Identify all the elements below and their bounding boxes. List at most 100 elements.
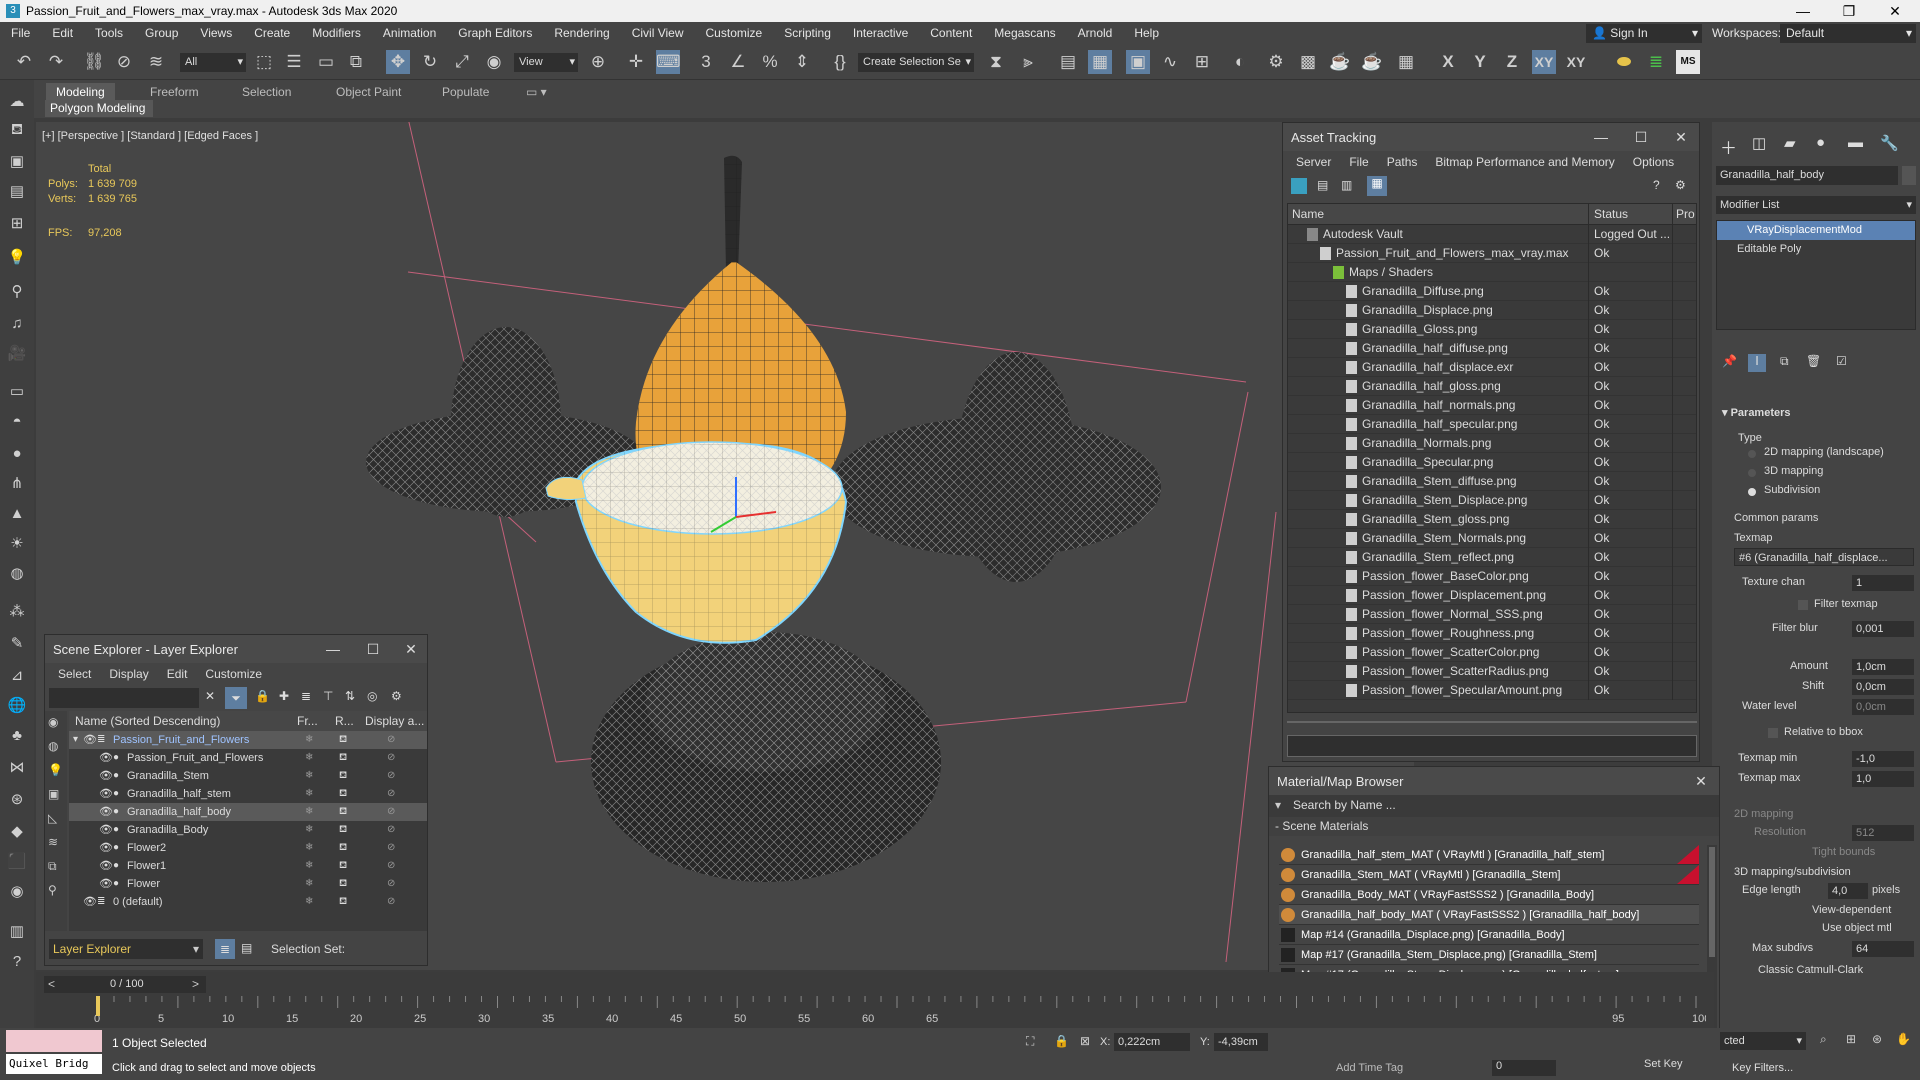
asset-row[interactable]: Granadilla_Stem_diffuse.png Ok: [1288, 472, 1696, 491]
menu-create[interactable]: Create: [243, 26, 301, 40]
render-teapot-icon[interactable]: ⛾: [339, 785, 347, 803]
curve-editor-icon[interactable]: ∿: [1158, 50, 1182, 74]
menu-animation[interactable]: Animation: [372, 26, 447, 40]
isolate-icon[interactable]: ⛶: [1026, 1034, 1034, 1049]
align-tool-icon[interactable]: ⊿: [5, 664, 29, 688]
tab-object-paint[interactable]: Object Paint: [326, 83, 411, 101]
close-icon[interactable]: ✕: [1663, 123, 1699, 151]
polygon-modeling-panel[interactable]: Polygon Modeling: [45, 100, 153, 117]
configure-sets-icon[interactable]: ☑: [1836, 354, 1847, 368]
scene-explorer-icon[interactable]: ▤: [1056, 50, 1080, 74]
freeze-icon[interactable]: ❄: [305, 803, 313, 821]
render-grid-icon[interactable]: ▦: [1394, 50, 1418, 74]
visibility-eye-icon[interactable]: 👁: [99, 821, 113, 839]
place-icon[interactable]: ◉: [482, 50, 506, 74]
menu-interactive[interactable]: Interactive: [842, 26, 919, 40]
tab-populate[interactable]: Populate: [432, 83, 499, 101]
type-radio[interactable]: [1748, 488, 1756, 496]
layer-mode-icon[interactable]: ≣: [215, 939, 235, 959]
select-manipulate-icon[interactable]: ✛: [624, 50, 648, 74]
zoom-all-icon[interactable]: ⊞: [1846, 1032, 1856, 1046]
railclone-icon[interactable]: ⋈: [5, 756, 29, 780]
maxscript-input[interactable]: Quixel Bridg: [6, 1054, 102, 1074]
render-teapot-icon[interactable]: ⛾: [339, 749, 347, 767]
display-tab-icon[interactable]: ▬: [1848, 134, 1863, 151]
menu-scripting[interactable]: Scripting: [773, 26, 842, 40]
visibility-eye-icon[interactable]: 👁: [99, 785, 113, 803]
display-icon[interactable]: ⊘: [387, 785, 395, 803]
relative-bbox-checkbox[interactable]: [1768, 728, 1778, 738]
display-bones-icon[interactable]: ⚲: [48, 883, 57, 897]
display-groups-icon[interactable]: ⧉: [48, 859, 57, 874]
asset-row[interactable]: Granadilla_Specular.png Ok: [1288, 453, 1696, 472]
visibility-eye-icon[interactable]: 👁: [99, 749, 113, 767]
menu-customize[interactable]: Customize: [695, 26, 774, 40]
render-teapot-icon[interactable]: ⛾: [339, 893, 347, 911]
person-icon[interactable]: ⚲: [5, 280, 29, 304]
reference-coordinate-select[interactable]: View ▾: [514, 53, 578, 72]
material-row[interactable]: Granadilla_Stem_MAT ( VRayMtl ) [Granadi…: [1279, 865, 1699, 885]
freeze-icon[interactable]: ❄: [305, 767, 313, 785]
named-selection-set[interactable]: Create Selection Se ▾: [858, 53, 974, 72]
particle-icon[interactable]: ⁂: [5, 600, 29, 624]
col-name[interactable]: Name: [1292, 204, 1324, 225]
visibility-eye-icon[interactable]: 👁: [99, 803, 113, 821]
max-subdivs-spinner[interactable]: 64: [1852, 941, 1914, 957]
asset-row[interactable]: Maps / Shaders: [1288, 263, 1696, 282]
freeze-icon[interactable]: ❄: [305, 839, 313, 857]
param-spinner[interactable]: 0,001: [1852, 621, 1914, 637]
display-icon[interactable]: ⊘: [387, 893, 395, 911]
menu-modifiers[interactable]: Modifiers: [301, 26, 372, 40]
asset-row[interactable]: Passion_Fruit_and_Flowers_max_vray.max Ok: [1288, 244, 1696, 263]
col-frozen[interactable]: Fr...: [297, 711, 318, 731]
create-icon[interactable]: ☁: [5, 90, 29, 114]
window-crossing-icon[interactable]: ⧉: [344, 50, 368, 74]
modifier-list-dropdown[interactable]: Modifier List ▾: [1716, 196, 1916, 214]
freeze-icon[interactable]: ❄: [305, 875, 313, 893]
layer-row[interactable]: 👁 ● Flower2 ❄ ⛾ ⊘: [69, 839, 427, 857]
param-spinner[interactable]: 0,0cm: [1852, 679, 1914, 695]
expand-icon[interactable]: ▾: [73, 731, 78, 749]
render-teapot-icon[interactable]: ⛾: [339, 731, 347, 749]
asset-row[interactable]: Granadilla_Displace.png Ok: [1288, 301, 1696, 320]
material-row[interactable]: Granadilla_Body_MAT ( VRayFastSSS2 ) [Gr…: [1279, 885, 1699, 905]
object-color-swatch[interactable]: [1902, 166, 1916, 185]
scene-search-input[interactable]: [49, 688, 199, 708]
selection-lock-icon[interactable]: 🔒: [1054, 1034, 1069, 1048]
tab-modeling[interactable]: Modeling: [46, 83, 115, 101]
new-layer-icon[interactable]: ✚: [279, 689, 289, 703]
sound-icon[interactable]: ♫: [5, 312, 29, 336]
toggle-ribbon-icon[interactable]: ▣: [1126, 50, 1150, 74]
param-spinner[interactable]: 1: [1852, 575, 1914, 591]
set-key-button[interactable]: Set Key: [1644, 1058, 1683, 1070]
pan-icon[interactable]: ✋: [1896, 1032, 1911, 1046]
material-row[interactable]: Granadilla_half_stem_MAT ( VRayMtl ) [Gr…: [1279, 845, 1699, 865]
asset-row[interactable]: Granadilla_Gloss.png Ok: [1288, 320, 1696, 339]
select-by-name-icon[interactable]: ☰: [282, 50, 306, 74]
type-radio[interactable]: [1748, 450, 1756, 458]
zoom-icon[interactable]: ⌕: [1820, 1032, 1827, 1047]
pane-icon[interactable]: ⊞: [5, 212, 29, 236]
maximize-icon[interactable]: ☐: [355, 635, 391, 663]
keyboard-shortcut-override-icon[interactable]: ⌨: [656, 50, 681, 74]
menu-edit[interactable]: Edit: [41, 26, 84, 40]
paint-icon[interactable]: ✎: [5, 632, 29, 656]
menu-megascans[interactable]: Megascans: [983, 26, 1066, 40]
render-teapot-icon[interactable]: ⛾: [339, 857, 347, 875]
globe-icon[interactable]: ◍: [5, 562, 29, 586]
layer-row[interactable]: 👁 ● Passion_Fruit_and_Flowers ❄ ⛾ ⊘: [69, 749, 427, 767]
stack-item-vraydisplacement[interactable]: VRayDisplacementMod: [1717, 221, 1915, 240]
render-teapot-icon[interactable]: ⛾: [339, 803, 347, 821]
display-icon[interactable]: ⊘: [387, 767, 395, 785]
unlink-icon[interactable]: ⊘: [112, 50, 136, 74]
next-frame-icon[interactable]: >: [192, 977, 199, 991]
move-icon[interactable]: ✥: [386, 50, 410, 74]
select-object-icon[interactable]: ⬚: [252, 50, 276, 74]
camera-icon[interactable]: 🎥: [5, 342, 29, 366]
link-icon[interactable]: ⛓: [82, 50, 106, 74]
sphere-icon[interactable]: ●: [5, 442, 29, 466]
display-icon[interactable]: ⊘: [387, 857, 395, 875]
asset-menu-item[interactable]: Bitmap Performance and Memory: [1426, 155, 1623, 169]
redo-icon[interactable]: ↷: [44, 50, 68, 74]
material-search-input[interactable]: Search by Name ...: [1293, 798, 1396, 812]
